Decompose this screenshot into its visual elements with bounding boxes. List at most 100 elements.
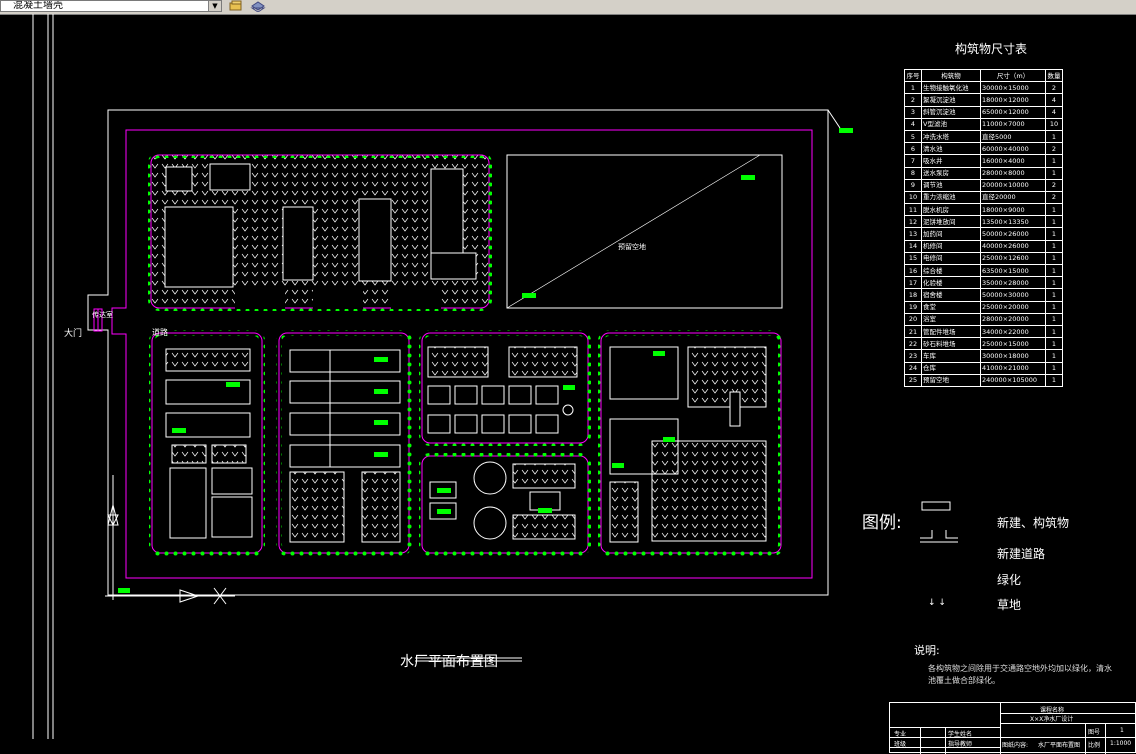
notes-title: 说明:: [914, 644, 940, 657]
table-cell: 2: [1045, 190, 1063, 205]
table-cell: 1: [1045, 300, 1063, 314]
table-cell: 10: [1045, 117, 1063, 131]
table-cell: 1: [1045, 349, 1063, 363]
layer-states-icon[interactable]: [228, 0, 244, 12]
table-cell: 5: [904, 129, 922, 144]
table-row: 22 砂石料堆场 25000×15000 1: [904, 337, 1063, 351]
table-row: 12 泥饼堆放间 13500×13350 1: [904, 215, 1063, 229]
table-cell: 17: [904, 276, 922, 290]
table-cell: 13: [904, 227, 922, 241]
title-block: 课程名称 X×X净水厂设计 专业 班级 学生姓名 指导教师 图纸内容: 水厂平面…: [889, 702, 1136, 754]
table-cell: 40000×26000: [980, 239, 1046, 253]
table-cell: 16000×4000: [980, 154, 1046, 168]
structure-table: 序号 构筑物 尺寸（m） 数量 1 生物接触氧化池 30000×15000 2 2 絮凝沉…: [904, 68, 1063, 387]
structure-table-body: 1 生物接触氧化池 30000×15000 2 2 絮凝沉淀池 18000×12000 4 3 斜…: [904, 81, 1063, 387]
table-cell: 1: [1045, 337, 1063, 351]
table-header: 序号: [904, 68, 922, 83]
table-row: 24 仓库 41000×21000 1: [904, 361, 1063, 375]
table-header: 构筑物: [921, 68, 981, 83]
table-cell: 30000×18000: [980, 349, 1046, 363]
table-cell: 1: [1045, 324, 1063, 339]
table-row: 7 吸水井 16000×4000 1: [904, 154, 1063, 168]
table-cell: 65000×12000: [980, 105, 1046, 119]
table-cell: 宿舍楼: [921, 288, 981, 302]
table-cell: 19: [904, 300, 922, 314]
table-cell: 管配件堆场: [921, 324, 981, 339]
table-cell: 22: [904, 337, 922, 351]
table-row: 23 车库 30000×18000 1: [904, 349, 1063, 363]
title-block-class-label: 班级: [894, 741, 907, 748]
table-cell: 1: [1045, 129, 1063, 144]
table-cell: 18: [904, 288, 922, 302]
table-row: 16 综合楼 63500×15000 1: [904, 263, 1063, 278]
table-cell: 13500×13350: [980, 215, 1046, 229]
table-cell: 1: [1045, 373, 1063, 387]
table-cell: 28000×8000: [980, 166, 1046, 180]
legend-item-road: 新建道路: [997, 547, 1046, 561]
table-cell: 1: [1045, 288, 1063, 302]
table-cell: 23: [904, 349, 922, 363]
table-cell: 1: [1045, 276, 1063, 290]
table-header: 数量: [1045, 68, 1063, 83]
table-cell: 吸水井: [921, 154, 981, 168]
table-cell: 食堂: [921, 300, 981, 314]
table-cell: 3: [904, 105, 922, 119]
legend-item-grass: 草地: [997, 598, 1022, 612]
table-cell: 25000×12600: [980, 251, 1046, 266]
table-cell: 7: [904, 154, 922, 168]
table-cell: 1: [1045, 239, 1063, 253]
table-cell: 25: [904, 373, 922, 387]
table-cell: 50000×26000: [980, 227, 1046, 241]
title-block-ratio: 1:1000: [1110, 740, 1132, 747]
table-row: 15 电修间 25000×12600 1: [904, 251, 1063, 266]
table-cell: 34000×22000: [980, 324, 1046, 339]
table-cell: 10: [904, 190, 922, 205]
table-cell: 1: [1045, 203, 1063, 217]
table-row: 14 机修间 40000×26000 1: [904, 239, 1063, 253]
table-cell: 斜管沉淀池: [921, 105, 981, 119]
table-cell: 综合楼: [921, 263, 981, 278]
table-row: 6 清水池 60000×40000 2: [904, 142, 1063, 156]
table-cell: 车库: [921, 349, 981, 363]
title-block-ratio-label: 比例: [1088, 742, 1101, 749]
table-cell: 11000×7000: [980, 117, 1046, 131]
gate-label: 大门: [64, 329, 83, 339]
table-cell: 砂石料堆场: [921, 337, 981, 351]
table-cell: 9: [904, 178, 922, 192]
road-label: 道路: [152, 328, 168, 337]
table-cell: 化验楼: [921, 276, 981, 290]
drawing-canvas[interactable]: 大门 传达室 道路 预留空地 水厂平面布置图 构筑物尺寸表 序号 构筑物 尺寸（…: [0, 14, 1136, 754]
table-cell: 25000×15000: [980, 337, 1046, 351]
table-cell: 2: [1045, 178, 1063, 192]
table-cell: 预留空地: [921, 373, 981, 387]
table-cell: 18000×12000: [980, 93, 1046, 107]
table-cell: 30000×15000: [980, 81, 1046, 95]
grass-symbol-icon: ↓ ↓: [928, 598, 946, 608]
title-block-sheet: 1: [1120, 727, 1124, 734]
chevron-down-icon[interactable]: ▼: [208, 1, 221, 11]
table-cell: 清水池: [921, 142, 981, 156]
notes-body: 各构筑物之间除用于交通路空地外均加以绿化，清水池覆土做合部绿化。: [928, 664, 1112, 685]
table-cell: 2: [904, 93, 922, 107]
table-cell: 14: [904, 239, 922, 253]
table-cell: 240000×105000: [980, 373, 1046, 387]
table-cell: 1: [1045, 361, 1063, 375]
table-cell: V型滤池: [921, 117, 981, 131]
table-cell: 1: [1045, 166, 1063, 180]
title-block-drawing-label: 图纸内容:: [1002, 742, 1029, 749]
table-cell: 25000×20000: [980, 300, 1046, 314]
table-header-row: 序号 构筑物 尺寸（m） 数量: [904, 68, 1063, 83]
title-block-sheet-label: 图号: [1088, 729, 1101, 736]
table-cell: 调节池: [921, 178, 981, 192]
layer-manager-icon[interactable]: [250, 0, 266, 12]
table-cell: 63500×15000: [980, 263, 1046, 278]
table-cell: 35000×28000: [980, 276, 1046, 290]
table-cell: 1: [904, 81, 922, 95]
table-row: 17 化验楼 35000×28000 1: [904, 276, 1063, 290]
table-cell: 20000×10000: [980, 178, 1046, 192]
layer-dropdown[interactable]: 混凝土墙壳 ▼: [0, 0, 222, 12]
table-cell: 重力浓缩池: [921, 190, 981, 205]
title-block-company: X×X净水厂设计: [1030, 716, 1074, 723]
table-cell: 4: [1045, 93, 1063, 107]
table-cell: 28000×20000: [980, 312, 1046, 326]
